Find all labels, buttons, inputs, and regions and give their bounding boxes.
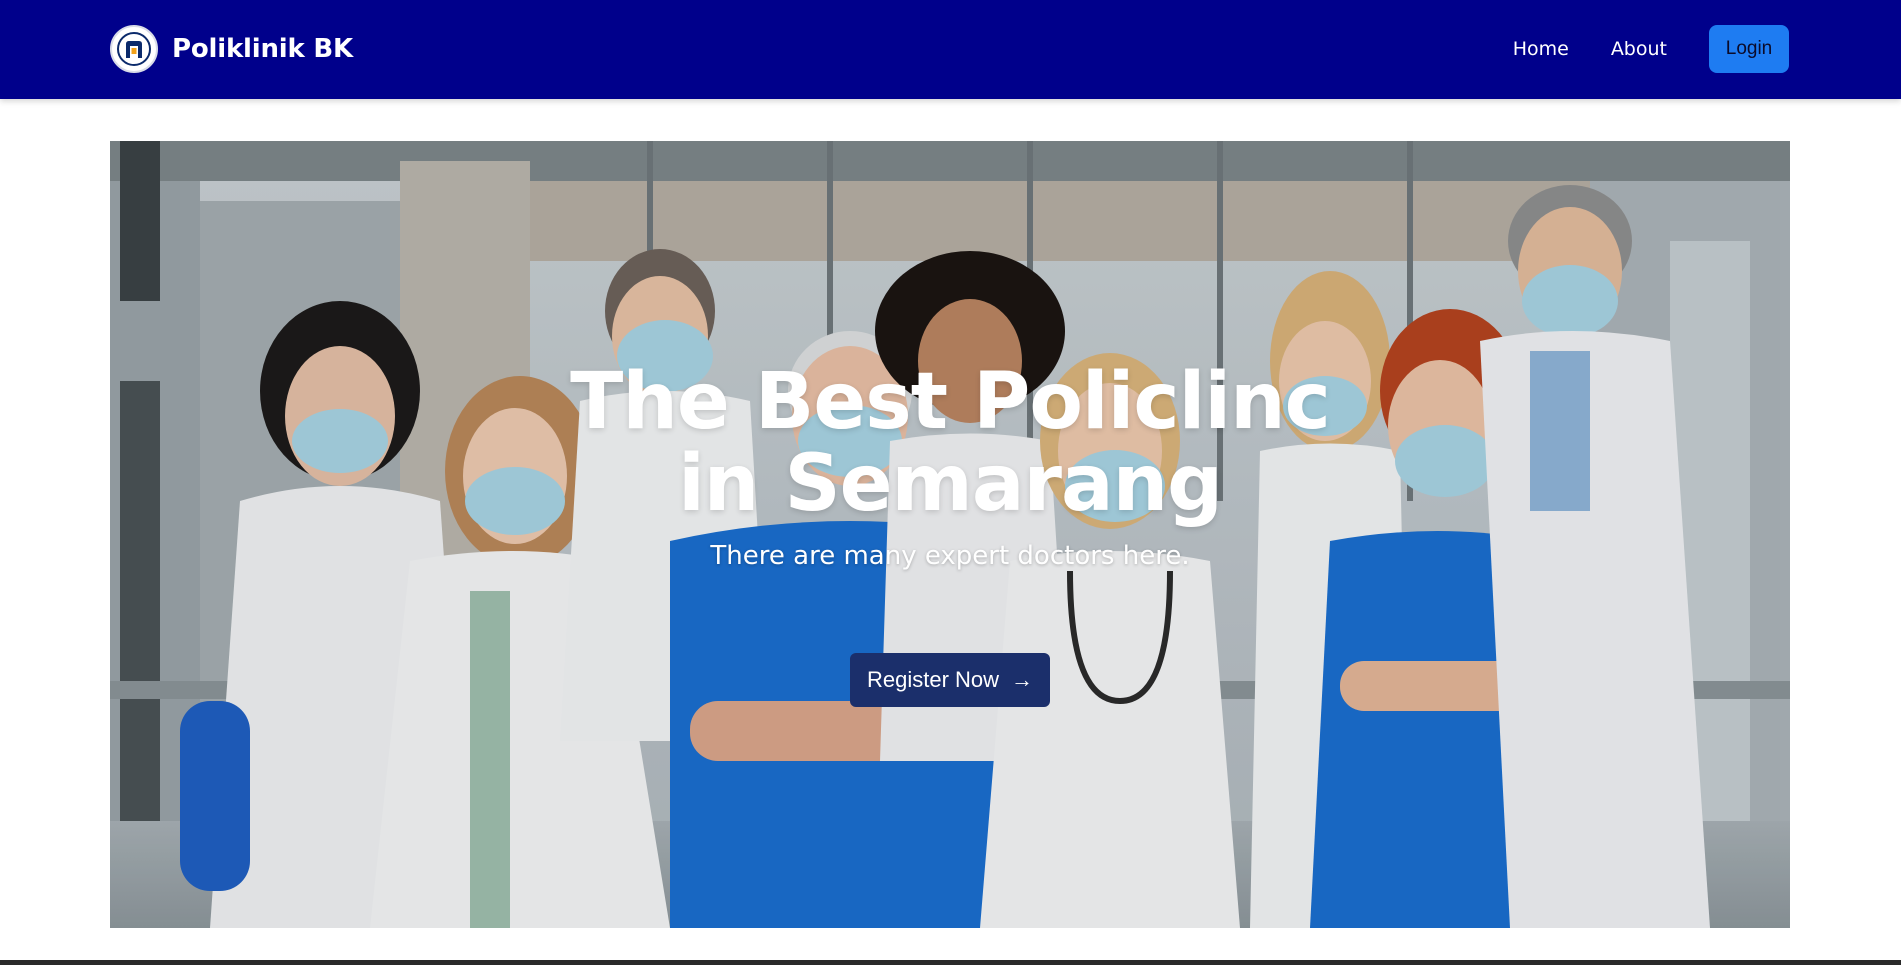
navbar: Poliklinik BK Home About Login bbox=[0, 0, 1901, 99]
nav-home-link[interactable]: Home bbox=[1513, 38, 1569, 60]
hero-subtitle: There are many expert doctors here. bbox=[710, 541, 1190, 571]
arrow-right-icon: → bbox=[1011, 667, 1034, 692]
nav-links: Home About Login bbox=[1513, 24, 1789, 74]
register-now-button[interactable]: Register Now → bbox=[850, 653, 1050, 707]
brand-name: Poliklinik BK bbox=[172, 34, 353, 64]
hero-content: The Best Policlinc in Semarang There are… bbox=[110, 141, 1790, 928]
nav-about-link[interactable]: About bbox=[1611, 38, 1667, 60]
brand-link[interactable]: Poliklinik BK bbox=[110, 24, 353, 74]
hero-title: The Best Policlinc in Semarang bbox=[570, 357, 1331, 529]
page-bottom-divider bbox=[0, 960, 1901, 965]
register-now-label: Register Now bbox=[866, 667, 1000, 692]
brand-logo-icon bbox=[110, 25, 158, 73]
login-button[interactable]: Login bbox=[1709, 25, 1789, 73]
hero-banner: The Best Policlinc in Semarang There are… bbox=[110, 141, 1790, 928]
